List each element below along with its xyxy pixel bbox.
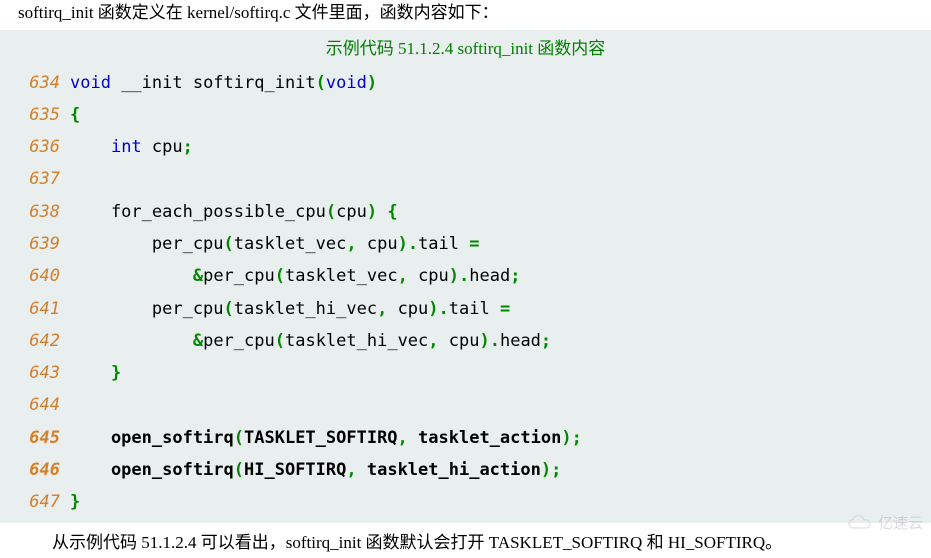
line-number: 646	[0, 454, 70, 486]
line-number: 645	[0, 422, 70, 454]
code-line: 638 for_each_possible_cpu(cpu) {	[0, 196, 931, 228]
line-number: 647	[0, 486, 70, 518]
code-content: }	[70, 357, 931, 389]
code-caption: 示例代码 51.1.2.4 softirq_init 函数内容	[0, 30, 931, 63]
code-line: 641 per_cpu(tasklet_hi_vec, cpu).tail =	[0, 293, 931, 325]
line-number: 636	[0, 131, 70, 163]
code-line: 643 }	[0, 357, 931, 389]
code-content: open_softirq(HI_SOFTIRQ, tasklet_hi_acti…	[70, 454, 931, 486]
code-content: int cpu;	[70, 131, 931, 163]
code-line: 640 &per_cpu(tasklet_vec, cpu).head;	[0, 260, 931, 292]
code-content: &per_cpu(tasklet_vec, cpu).head;	[70, 260, 931, 292]
code-line: 634void __init softirq_init(void)	[0, 67, 931, 99]
code-line: 644	[0, 389, 931, 421]
outro-content: 从示例代码 51.1.2.4 可以看出，softirq_init 函数默认会打开…	[52, 533, 782, 552]
line-number: 640	[0, 260, 70, 292]
code-line: 635{	[0, 99, 931, 131]
line-number: 637	[0, 163, 70, 195]
code-content: {	[70, 99, 931, 131]
watermark-text: 亿速云	[878, 512, 923, 533]
code-content: per_cpu(tasklet_vec, cpu).tail =	[70, 228, 931, 260]
code-listing: 634void __init softirq_init(void)635{636…	[0, 63, 931, 523]
line-number: 641	[0, 293, 70, 325]
line-number: 642	[0, 325, 70, 357]
code-line: 636 int cpu;	[0, 131, 931, 163]
code-content: per_cpu(tasklet_hi_vec, cpu).tail =	[70, 293, 931, 325]
line-number: 643	[0, 357, 70, 389]
outro-text: 从示例代码 51.1.2.4 可以看出，softirq_init 函数默认会打开…	[0, 523, 931, 558]
line-number: 639	[0, 228, 70, 260]
cloud-icon	[846, 514, 874, 532]
line-number: 638	[0, 196, 70, 228]
code-line: 642 &per_cpu(tasklet_hi_vec, cpu).head;	[0, 325, 931, 357]
line-number: 634	[0, 67, 70, 99]
code-line: 637	[0, 163, 931, 195]
code-content: &per_cpu(tasklet_hi_vec, cpu).head;	[70, 325, 931, 357]
intro-text: softirq_init 函数定义在 kernel/softirq.c 文件里面…	[0, 0, 931, 30]
code-content: for_each_possible_cpu(cpu) {	[70, 196, 931, 228]
code-content: open_softirq(TASKLET_SOFTIRQ, tasklet_ac…	[70, 422, 931, 454]
code-content: }	[70, 486, 931, 518]
code-line: 645 open_softirq(TASKLET_SOFTIRQ, taskle…	[0, 422, 931, 454]
line-number: 635	[0, 99, 70, 131]
watermark: 亿速云	[846, 512, 923, 533]
code-line: 647}	[0, 486, 931, 518]
code-content: void __init softirq_init(void)	[70, 67, 931, 99]
code-line: 639 per_cpu(tasklet_vec, cpu).tail =	[0, 228, 931, 260]
line-number: 644	[0, 389, 70, 421]
code-line: 646 open_softirq(HI_SOFTIRQ, tasklet_hi_…	[0, 454, 931, 486]
